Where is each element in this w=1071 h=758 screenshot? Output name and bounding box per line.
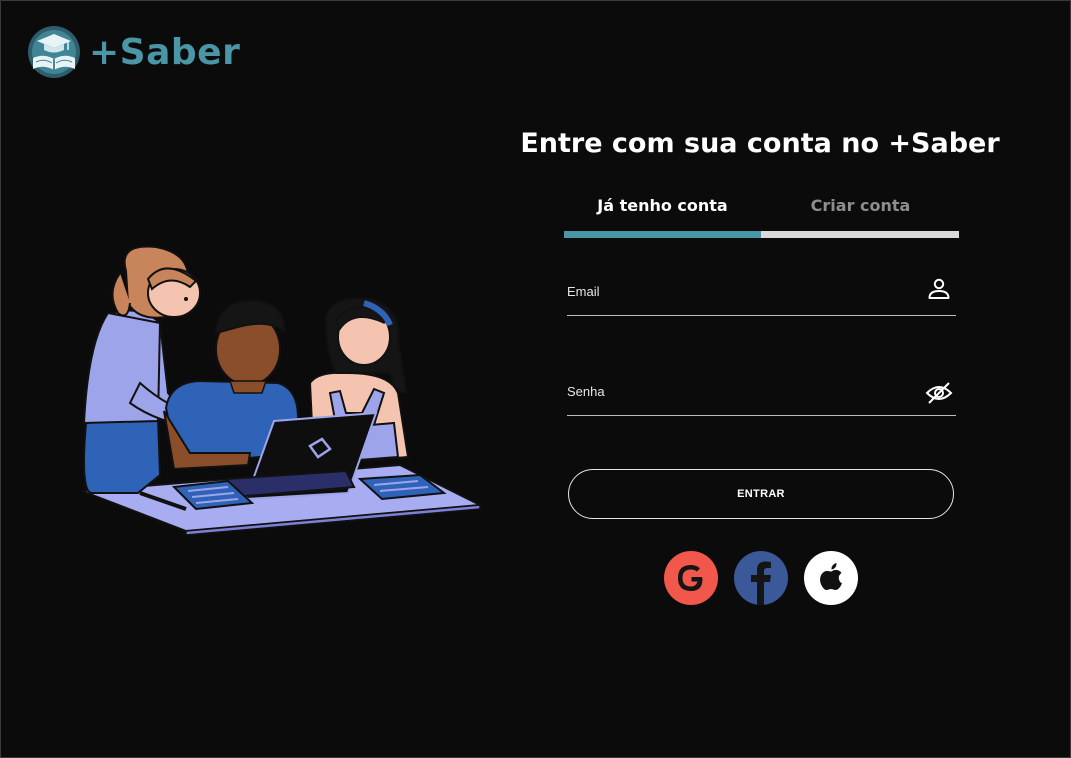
tab-login[interactable]: Já tenho conta [564,196,761,215]
login-button[interactable]: ENTRAR [568,469,954,519]
google-login-button[interactable] [664,551,718,605]
email-field[interactable]: Email [567,271,956,316]
auth-tabs: Já tenho conta Criar conta [564,196,959,240]
password-input[interactable] [567,371,911,415]
apple-icon [804,551,858,605]
apple-login-button[interactable] [804,551,858,605]
students-laptop-illustration [81,245,482,535]
password-field[interactable]: Senha [567,371,956,416]
user-icon [928,278,950,299]
facebook-icon [734,551,788,605]
tab-signup[interactable]: Criar conta [762,196,959,215]
graduation-book-icon [28,26,80,78]
facebook-login-button[interactable] [734,551,788,605]
brand-logo: +Saber [27,25,240,79]
eye-slash-icon[interactable] [925,379,953,407]
login-heading: Entre com sua conta no +Saber [520,128,1000,159]
google-icon [664,551,718,605]
brand-name: +Saber [89,31,241,73]
tab-active-indicator [564,231,761,238]
email-input[interactable] [567,271,911,315]
